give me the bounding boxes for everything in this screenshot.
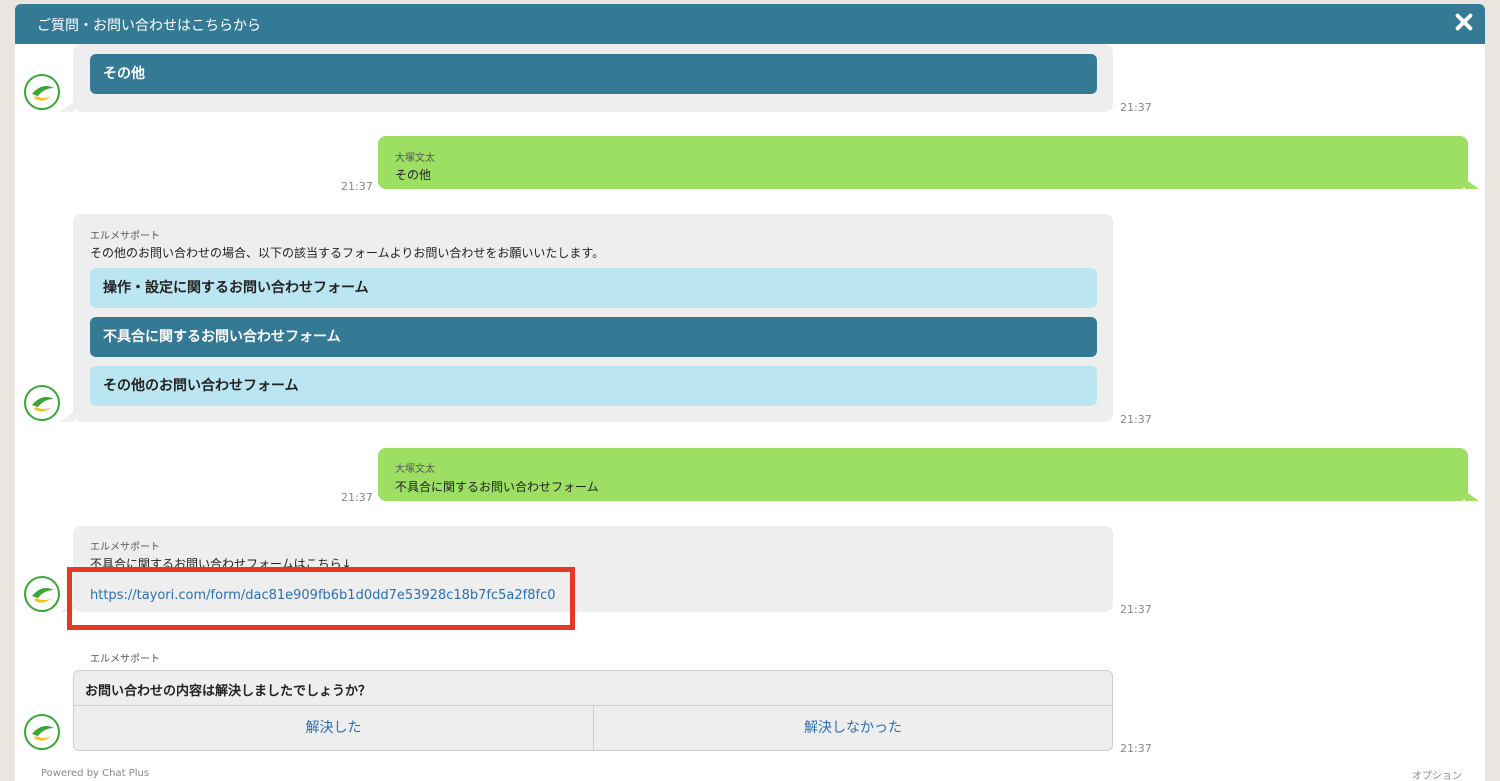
bot-avatar-icon [24, 714, 60, 750]
not-resolved-button[interactable]: 解決しなかった [594, 706, 1112, 751]
chat-header: ご質問・お問い合わせはこちらから [15, 4, 1485, 44]
message-sender: エルメサポート [90, 231, 160, 242]
option-button-bug-form[interactable]: 不具合に関するお問い合わせフォーム [90, 317, 1097, 357]
form-link[interactable]: https://tayori.com/form/dac81e909fb6b1d0… [90, 588, 556, 603]
close-icon[interactable] [1452, 10, 1476, 34]
option-button-other[interactable]: その他 [90, 54, 1097, 94]
message-sender: エルメサポート [90, 542, 160, 553]
options-link[interactable]: オプション [1412, 767, 1462, 781]
message-text: その他のお問い合わせの場合、以下の該当するフォームよりお問い合わせをお願いいたし… [90, 246, 605, 260]
message-time: 21:37 [1120, 742, 1152, 755]
message-sender: 大塚文太 [395, 464, 435, 475]
bot-avatar-icon [24, 74, 60, 110]
message-text: 不具合に関するお問い合わせフォーム [395, 480, 599, 494]
message-sender: 大塚文太 [395, 153, 435, 164]
message-time: 21:37 [1120, 101, 1152, 114]
bot-avatar-icon [24, 576, 60, 612]
resolution-survey: お問い合わせの内容は解決しましたでしょうか？ 解決した 解決しなかった [73, 670, 1113, 751]
message-time: 21:37 [341, 491, 373, 504]
bubble-tail [60, 412, 74, 422]
message-text: その他 [395, 168, 432, 182]
outgoing-message-bubble [378, 136, 1468, 189]
bubble-tail [1465, 179, 1479, 189]
chat-window: ご質問・お問い合わせはこちらから その他 21:37 大塚文太 その他 21:3… [15, 4, 1485, 781]
message-time: 21:37 [341, 180, 373, 193]
chat-title: ご質問・お問い合わせはこちらから [37, 18, 261, 34]
bot-avatar-icon [24, 385, 60, 421]
bubble-tail [1465, 491, 1479, 501]
message-time: 21:37 [1120, 603, 1152, 616]
message-sender: エルメサポート [90, 654, 160, 665]
option-button-settings-form[interactable]: 操作・設定に関するお問い合わせフォーム [90, 268, 1097, 308]
resolved-button[interactable]: 解決した [74, 706, 593, 751]
survey-question: お問い合わせの内容は解決しましたでしょうか？ [85, 684, 372, 699]
option-button-other-form[interactable]: その他のお問い合わせフォーム [90, 366, 1097, 406]
bubble-tail [60, 102, 74, 112]
message-time: 21:37 [1120, 413, 1152, 426]
powered-by[interactable]: Powered by Chat Plus [41, 768, 149, 779]
